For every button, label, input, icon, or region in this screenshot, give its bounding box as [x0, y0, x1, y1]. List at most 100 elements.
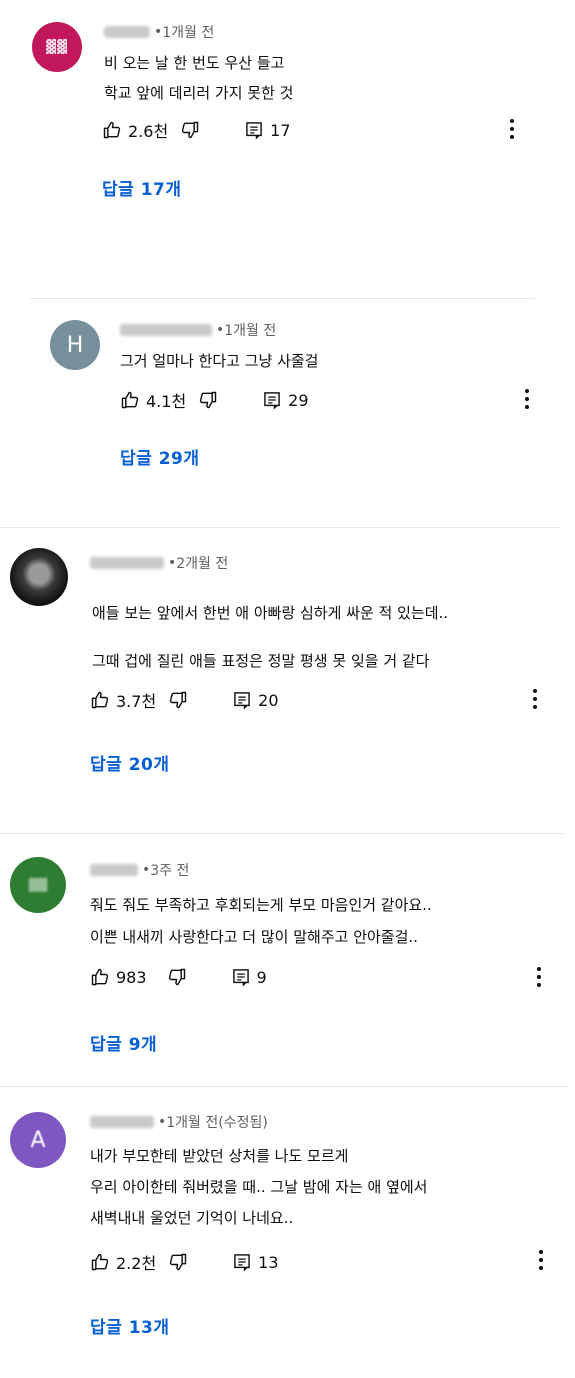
- author-name-blurred[interactable]: [104, 26, 150, 38]
- view-replies-link[interactable]: 답글 17개: [102, 175, 182, 200]
- author-name-blurred[interactable]: [90, 557, 164, 569]
- comment-meta: • 1개월 전: [104, 22, 214, 42]
- like-button[interactable]: 983: [90, 967, 147, 987]
- comment-time: 2개월 전: [176, 556, 229, 572]
- comment-line: 새벽내내 울었던 기억이 나네요..: [90, 1209, 294, 1227]
- reply-button[interactable]: 20: [232, 690, 279, 710]
- reply-button[interactable]: 13: [232, 1252, 279, 1272]
- comment-time: 1개월 전: [162, 25, 215, 41]
- reply-icon: [232, 1252, 252, 1272]
- comment-text: 애들 보는 앞에서 한번 애 아빠랑 심하게 싸운 적 있는데.. 그때 겁에 …: [92, 589, 448, 685]
- thumbs-up-icon: [90, 967, 110, 987]
- avatar-pattern: ▓▓: [46, 39, 68, 55]
- view-replies-link[interactable]: 답글 29개: [120, 444, 200, 469]
- author-name-blurred[interactable]: [90, 864, 138, 876]
- comment-actions: 2.6천 17: [102, 118, 291, 142]
- comment-meta: • 1개월 전(수정됨): [90, 1112, 268, 1132]
- avatar-pattern: ▓▓: [28, 878, 48, 892]
- reply-icon: [262, 390, 282, 410]
- more-options-button[interactable]: [532, 689, 538, 709]
- avatar[interactable]: [10, 548, 68, 606]
- comment-line: 내가 부모한테 받았던 상처를 나도 모르게: [90, 1147, 349, 1165]
- like-button[interactable]: 2.6천: [102, 118, 168, 142]
- thumbs-down-icon: [168, 1252, 188, 1272]
- avatar[interactable]: ▓▓: [32, 22, 82, 72]
- like-count: 983: [116, 967, 147, 987]
- dislike-button[interactable]: [168, 1252, 188, 1272]
- comment-time: 3주 전: [150, 863, 190, 879]
- author-name-blurred[interactable]: [120, 324, 212, 336]
- comment-line: 줘도 줘도 부족하고 후회되는게 부모 마음인거 같아요..: [90, 896, 432, 914]
- thumbs-up-icon: [102, 120, 122, 140]
- divider: [30, 298, 535, 299]
- dislike-button[interactable]: [180, 120, 200, 140]
- reply-count: 13: [258, 1252, 279, 1272]
- divider: [0, 833, 565, 834]
- more-vert-icon: [539, 1250, 543, 1254]
- more-options-button[interactable]: [509, 119, 515, 139]
- reply-button[interactable]: 9: [231, 967, 267, 987]
- thumbs-up-icon: [90, 690, 110, 710]
- reply-button[interactable]: 17: [244, 120, 291, 140]
- meta-separator: •: [216, 322, 225, 338]
- reply-icon: [232, 690, 252, 710]
- more-options-button[interactable]: [524, 389, 530, 409]
- comment-text: 내가 부모한테 받았던 상처를 나도 모르게 우리 아이한테 줘버렸을 때.. …: [90, 1141, 427, 1234]
- comment-meta: • 1개월 전: [120, 320, 276, 340]
- reply-count: 9: [256, 967, 267, 987]
- comment-line: 그거 얼마나 한다고 그냥 사줄걸: [120, 352, 319, 370]
- thumbs-down-icon: [180, 120, 200, 140]
- avatar-letter: A: [30, 1127, 46, 1153]
- comment-line: 애들 보는 앞에서 한번 애 아빠랑 심하게 싸운 적 있는데..: [92, 604, 449, 622]
- thumbs-up-icon: [90, 1252, 110, 1272]
- view-replies-link[interactable]: 답글 13개: [90, 1313, 170, 1338]
- comment-meta: • 2개월 전: [90, 553, 228, 573]
- like-button[interactable]: 2.2천: [90, 1250, 156, 1274]
- author-name-blurred[interactable]: [90, 1116, 154, 1128]
- more-options-button[interactable]: [538, 1250, 544, 1270]
- comment-meta: • 3주 전: [90, 860, 189, 880]
- reply-button[interactable]: 29: [262, 390, 309, 410]
- dislike-button[interactable]: [167, 967, 187, 987]
- like-count: 2.2천: [116, 1254, 157, 1273]
- comment-line: 이쁜 내새끼 사랑한다고 더 많이 말해주고 안아줄걸..: [90, 928, 418, 946]
- more-vert-icon: [510, 119, 514, 123]
- more-options-button[interactable]: [536, 967, 542, 987]
- avatar[interactable]: ▓▓: [10, 857, 66, 913]
- thumbs-down-icon: [167, 967, 187, 987]
- like-button[interactable]: 3.7천: [90, 688, 156, 712]
- view-replies-link[interactable]: 답글 20개: [90, 750, 170, 775]
- comment-time: 1개월 전: [224, 323, 277, 339]
- avatar-letter: H: [66, 332, 84, 358]
- meta-separator: •: [154, 24, 163, 40]
- thumbs-down-icon: [198, 390, 218, 410]
- dislike-button[interactable]: [198, 390, 218, 410]
- reply-count: 20: [258, 690, 279, 710]
- like-count: 2.6천: [128, 122, 169, 141]
- comment-line: 우리 아이한테 줘버렸을 때.. 그날 밤에 자는 애 옆에서: [90, 1178, 428, 1196]
- thumbs-up-icon: [120, 390, 140, 410]
- comment-actions: 983 9: [90, 967, 267, 987]
- avatar[interactable]: A: [10, 1112, 66, 1168]
- like-count: 4.1천: [146, 392, 187, 411]
- meta-separator: •: [158, 1114, 167, 1130]
- reply-count: 17: [270, 120, 291, 140]
- reply-count: 29: [288, 390, 309, 410]
- like-button[interactable]: 4.1천: [120, 388, 186, 412]
- comment-actions: 2.2천 13: [90, 1250, 279, 1274]
- thumbs-down-icon: [168, 690, 188, 710]
- more-vert-icon: [537, 967, 541, 971]
- comment-text: 줘도 줘도 부족하고 후회되는게 부모 마음인거 같아요.. 이쁜 내새끼 사랑…: [90, 889, 432, 953]
- comment-line: 비 오는 날 한 번도 우산 들고: [104, 54, 285, 72]
- meta-separator: •: [142, 862, 151, 878]
- dislike-button[interactable]: [168, 690, 188, 710]
- comment-actions: 3.7천 20: [90, 688, 279, 712]
- comment-actions: 4.1천 29: [120, 388, 309, 412]
- comment-line: 학교 앞에 데리러 가지 못한 것: [104, 84, 294, 102]
- more-vert-icon: [525, 389, 529, 393]
- view-replies-link[interactable]: 답글 9개: [90, 1030, 157, 1055]
- meta-separator: •: [168, 555, 177, 571]
- divider: [0, 527, 560, 528]
- comment-time: 1개월 전(수정됨): [166, 1115, 268, 1131]
- avatar[interactable]: H: [50, 320, 100, 370]
